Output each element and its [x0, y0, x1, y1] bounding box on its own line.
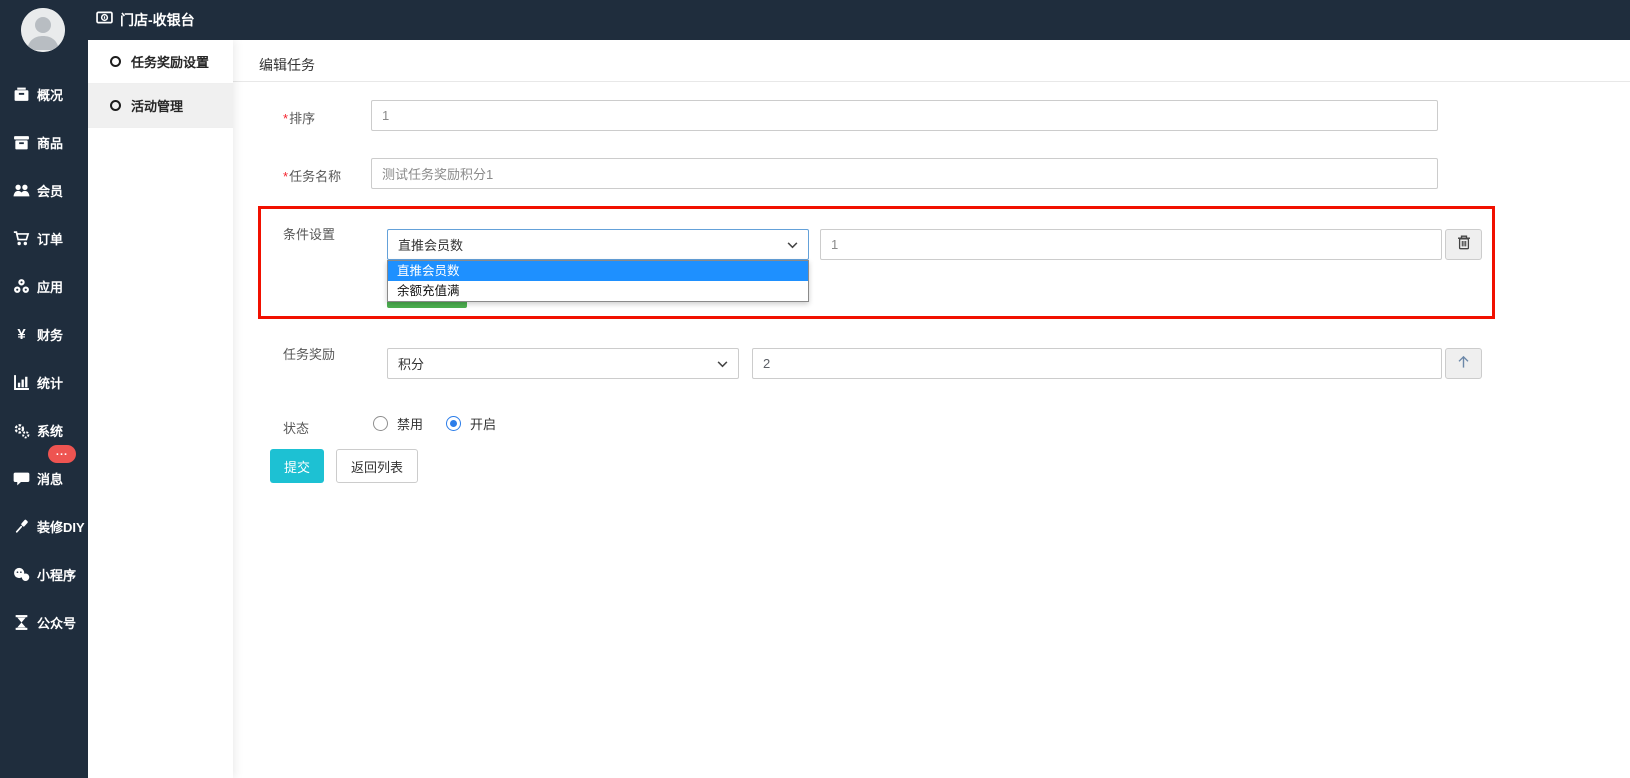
- sidebar-item-overview[interactable]: 概况: [0, 70, 88, 118]
- sidebar-item-label: 公众号: [37, 613, 76, 632]
- overview-icon: [13, 86, 30, 103]
- delete-condition-button[interactable]: [1445, 229, 1482, 260]
- reward-value-input[interactable]: [752, 348, 1442, 379]
- reward-label: 任务奖励: [283, 344, 335, 363]
- status-radio-disabled[interactable]: [373, 416, 388, 431]
- sidebar-item-label: 系统: [37, 421, 63, 440]
- submenu-item-label: 活动管理: [131, 96, 183, 115]
- arrow-up-icon: [1456, 354, 1471, 374]
- sidebar-item-orders[interactable]: 订单: [0, 214, 88, 262]
- required-asterisk: *: [283, 169, 288, 184]
- required-asterisk: *: [283, 111, 288, 126]
- sidebar-item-goods[interactable]: 商品: [0, 118, 88, 166]
- finance-icon: ¥: [13, 326, 30, 343]
- upload-arrow-button[interactable]: [1445, 348, 1482, 379]
- sidebar-item-finance[interactable]: ¥ 财务: [0, 310, 88, 358]
- sidebar-item-system[interactable]: 系统: [0, 406, 88, 454]
- cash-register-icon: [96, 9, 113, 31]
- task-name-label: *任务名称: [283, 166, 341, 185]
- submenu: 任务奖励设置 活动管理: [88, 40, 233, 778]
- status-radio-enabled[interactable]: [446, 416, 461, 431]
- main-content: 编辑任务 *排序 *任务名称 条件设置 直推会员数 直推会员数 余额充值满 任务…: [233, 40, 1630, 778]
- condition-select[interactable]: 直推会员数: [387, 229, 809, 260]
- status-label: 状态: [283, 418, 309, 437]
- sidebar-item-label: 应用: [37, 277, 63, 296]
- sidebar-item-label: 会员: [37, 181, 63, 200]
- reward-select[interactable]: 积分: [387, 348, 739, 379]
- sidebar-item-label: 商品: [37, 133, 63, 152]
- sidebar-item-apps[interactable]: 应用: [0, 262, 88, 310]
- sidebar-item-stats[interactable]: 统计: [0, 358, 88, 406]
- sidebar-nav: 概况 商品 会员 订单 应用 ¥ 财务: [0, 70, 88, 646]
- status-radio-disabled-label: 禁用: [397, 414, 423, 433]
- app-window: 门店-收银台 概况 商品 会员 订单: [0, 0, 1630, 778]
- sidebar-item-label: 消息: [37, 469, 63, 488]
- messages-badge: ...: [48, 445, 76, 463]
- sidebar-item-miniprogram[interactable]: 小程序: [0, 550, 88, 598]
- back-to-list-button[interactable]: 返回列表: [336, 449, 418, 483]
- status-radio-group: 禁用 开启: [373, 414, 510, 433]
- sidebar-item-label: 概况: [37, 85, 63, 104]
- condition-option-direct-members[interactable]: 直推会员数: [388, 261, 808, 281]
- miniprogram-icon: [13, 566, 30, 583]
- hourglass-icon: [13, 614, 30, 631]
- submenu-item-activity-management[interactable]: 活动管理: [88, 84, 233, 128]
- header-divider: [233, 81, 1630, 82]
- members-icon: [13, 182, 30, 199]
- chevron-down-icon: [787, 237, 798, 252]
- sidebar-item-label: 订单: [37, 229, 63, 248]
- app-title: 门店-收银台: [120, 10, 195, 30]
- stats-icon: [13, 374, 30, 391]
- task-name-input[interactable]: [371, 158, 1438, 189]
- hammer-icon: [13, 518, 30, 535]
- sidebar-item-official-account[interactable]: 公众号: [0, 598, 88, 646]
- sidebar-item-decorate-diy[interactable]: 装修DIY: [0, 502, 88, 550]
- sort-input[interactable]: [371, 100, 1438, 131]
- sidebar-item-label: 小程序: [37, 565, 76, 584]
- status-radio-enabled-label: 开启: [470, 414, 496, 433]
- trash-icon: [1457, 235, 1471, 255]
- circle-icon: [110, 100, 121, 111]
- condition-select-value: 直推会员数: [398, 235, 463, 254]
- submit-button[interactable]: 提交: [270, 449, 324, 483]
- sort-label: *排序: [283, 108, 315, 127]
- messages-icon: [13, 470, 30, 487]
- condition-value-input[interactable]: [820, 229, 1442, 260]
- condition-option-balance-recharge[interactable]: 余额充值满: [388, 281, 808, 301]
- app-brand: 门店-收银台: [96, 0, 195, 40]
- sidebar-item-label: 财务: [37, 325, 63, 344]
- chevron-down-icon: [717, 356, 728, 371]
- condition-label: 条件设置: [283, 224, 335, 243]
- sidebar-item-members[interactable]: 会员: [0, 166, 88, 214]
- topbar: [0, 0, 1630, 40]
- orders-icon: [13, 230, 30, 247]
- goods-icon: [13, 134, 30, 151]
- page-title: 编辑任务: [259, 55, 315, 75]
- circle-icon: [110, 56, 121, 67]
- apps-icon: [13, 278, 30, 295]
- sidebar: 概况 商品 会员 订单 应用 ¥ 财务: [0, 0, 88, 778]
- system-icon: [13, 422, 30, 439]
- sidebar-item-messages[interactable]: ... 消息: [0, 454, 88, 502]
- submenu-item-task-reward-settings[interactable]: 任务奖励设置: [88, 40, 233, 84]
- reward-select-value: 积分: [398, 354, 424, 373]
- avatar[interactable]: [21, 8, 65, 52]
- sidebar-item-label: 统计: [37, 373, 63, 392]
- submenu-item-label: 任务奖励设置: [131, 52, 209, 71]
- sidebar-item-label: 装修DIY: [37, 517, 85, 536]
- condition-dropdown-list: 直推会员数 余额充值满: [387, 260, 809, 302]
